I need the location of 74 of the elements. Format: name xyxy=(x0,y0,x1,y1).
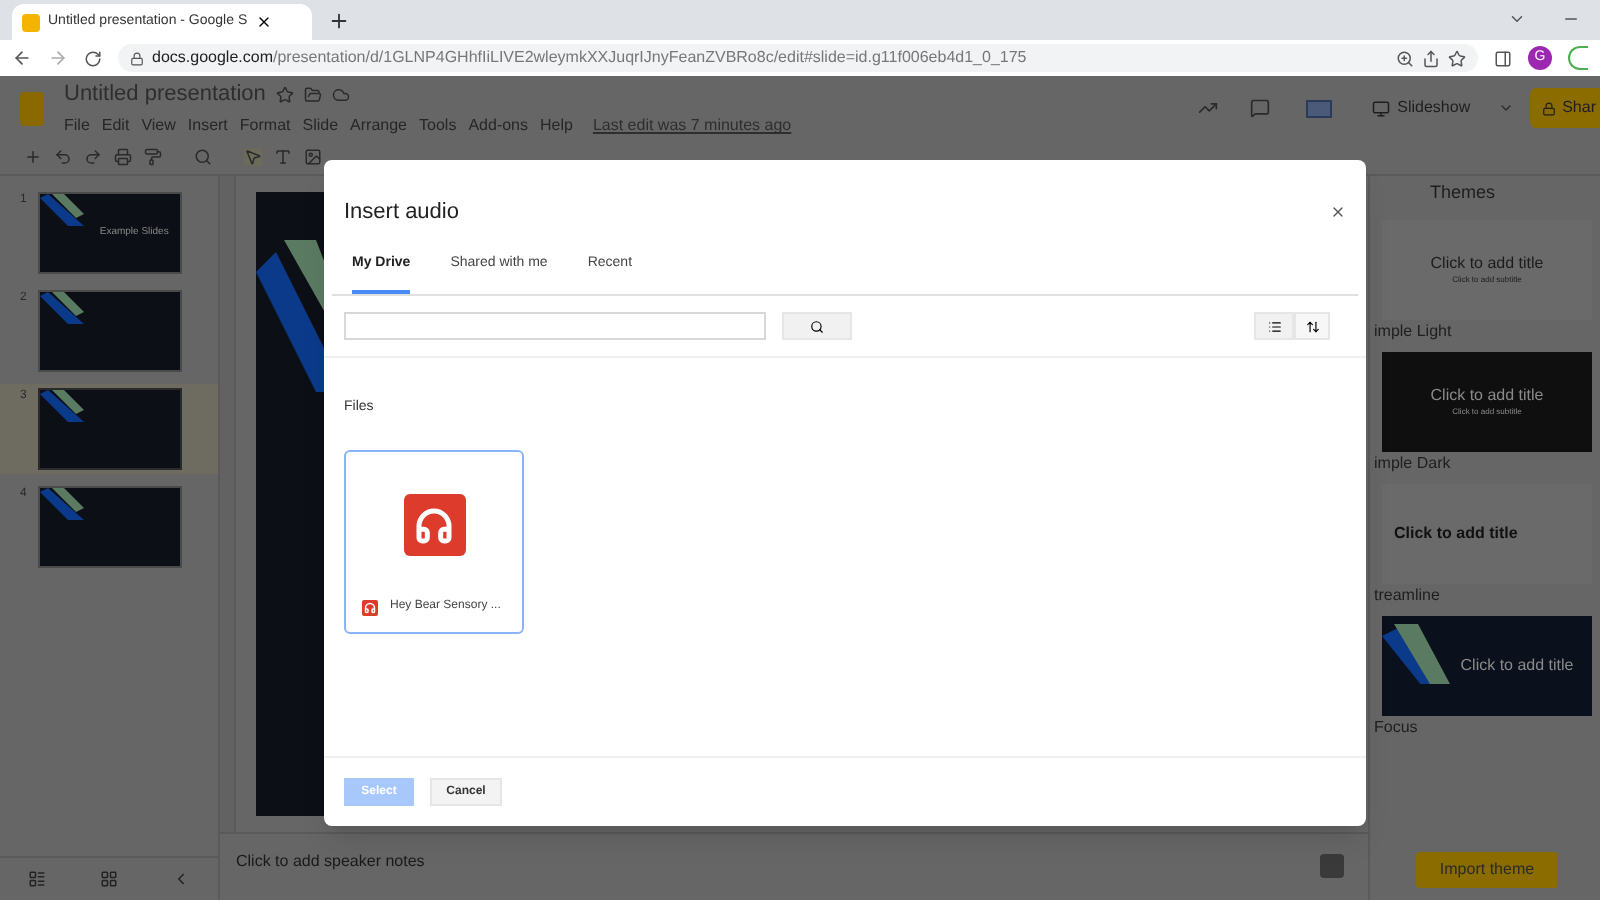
theme-title: Click to add title xyxy=(1430,387,1544,403)
reload-icon[interactable] xyxy=(84,49,102,67)
lock-icon xyxy=(1542,101,1557,115)
monitor-icon xyxy=(1371,99,1390,117)
theme-title: Click to add title xyxy=(1430,255,1544,271)
comment-icon[interactable] xyxy=(1249,98,1270,118)
theme-title: Click to add title xyxy=(1460,657,1574,673)
cloud-icon[interactable] xyxy=(331,85,350,103)
chevron-down-icon[interactable] xyxy=(1508,10,1526,28)
document-title[interactable]: Untitled presentation xyxy=(64,77,266,111)
share-button[interactable]: Shar xyxy=(1530,88,1600,128)
menu-item[interactable]: Slide xyxy=(302,114,339,139)
headphones-icon xyxy=(414,505,454,545)
caret-icon[interactable] xyxy=(1498,100,1515,116)
url-text: docs.google.com/presentation/d/1GLNP4GHhfIiLIVE2wleymkXXJuqrIJnyFeanZVBRo8c/edit#slide=id.g11f006eb4d1_0_175 xyxy=(152,46,1027,70)
stripe-drawing xyxy=(40,292,85,324)
print-icon[interactable] xyxy=(114,148,132,166)
star-icon[interactable] xyxy=(1448,49,1466,67)
list-icon xyxy=(1267,319,1281,333)
slides-logo-icon xyxy=(22,13,40,31)
menu-item[interactable]: View xyxy=(141,114,176,139)
search-icon xyxy=(810,319,824,333)
new-tab-icon[interactable] xyxy=(328,10,350,32)
theme-name: Focus xyxy=(1374,719,1420,735)
add-icon[interactable] xyxy=(24,148,42,166)
menu-item[interactable]: Edit xyxy=(101,114,130,139)
menu-item[interactable]: Add-ons xyxy=(468,114,528,139)
grid-view-icon[interactable] xyxy=(99,870,118,888)
menu-item[interactable]: Format xyxy=(239,114,291,139)
theme-title: Click to add title xyxy=(1394,525,1518,541)
dialog-title: Insert audio xyxy=(344,198,459,228)
sort-icon xyxy=(1305,319,1319,333)
forward-icon[interactable] xyxy=(48,48,68,68)
theme-name: imple Dark xyxy=(1374,455,1453,471)
menu-item[interactable]: Help xyxy=(540,114,573,139)
lock-icon xyxy=(130,51,144,65)
close-icon[interactable] xyxy=(255,14,272,30)
trend-icon[interactable] xyxy=(1197,98,1218,118)
import-theme-button[interactable]: Import theme xyxy=(1415,852,1559,888)
search-field[interactable] xyxy=(344,312,766,340)
menu-item[interactable]: Tools xyxy=(419,114,457,139)
star-icon[interactable] xyxy=(275,85,294,103)
menu-item[interactable]: File xyxy=(64,114,90,139)
speaker-notes-field[interactable]: Click to add speaker notes xyxy=(236,850,425,874)
themes-title: Themes xyxy=(1428,180,1498,206)
theme-name: treamline xyxy=(1374,587,1442,603)
stripe-drawing xyxy=(40,194,85,226)
paint-format-icon[interactable] xyxy=(144,148,162,166)
present-icon[interactable] xyxy=(1305,99,1332,117)
undo-icon[interactable] xyxy=(54,148,72,166)
redo-icon[interactable] xyxy=(84,148,102,166)
close-icon[interactable] xyxy=(1330,204,1346,221)
theme-preview[interactable]: Click to add title xyxy=(1382,615,1592,715)
select-icon[interactable] xyxy=(244,148,262,166)
zoom-icon[interactable] xyxy=(1396,49,1414,67)
stripe-drawing xyxy=(40,390,85,422)
stripe-drawing xyxy=(40,488,85,520)
list-view-button[interactable] xyxy=(1254,312,1294,340)
last-edit-link[interactable]: Last edit was 7 minutes ago xyxy=(592,114,792,139)
sort-button[interactable] xyxy=(1294,312,1330,340)
folder-icon[interactable] xyxy=(303,85,322,103)
share-icon[interactable] xyxy=(1422,49,1440,67)
slideshow-button[interactable]: Slideshow xyxy=(1359,90,1483,126)
theme-name: imple Light xyxy=(1374,323,1454,339)
search-button[interactable] xyxy=(782,312,852,340)
menu-item[interactable]: Insert xyxy=(187,114,228,139)
menu-item[interactable]: Arrange xyxy=(350,114,408,139)
text-box-icon[interactable] xyxy=(274,148,292,166)
theme-preview[interactable]: Click to add title xyxy=(1382,483,1592,583)
address-bar[interactable]: docs.google.com/presentation/d/1GLNP4GHhfIiLIVE2wleymkXXJuqrIJnyFeanZVBRo8c/edit#slide=id.g11f006eb4d1_0_175 xyxy=(118,44,1478,72)
side-panel-icon[interactable] xyxy=(1494,49,1512,67)
back-icon[interactable] xyxy=(12,48,32,68)
filmstrip-view-icon[interactable] xyxy=(27,870,46,888)
image-icon[interactable] xyxy=(304,148,322,166)
